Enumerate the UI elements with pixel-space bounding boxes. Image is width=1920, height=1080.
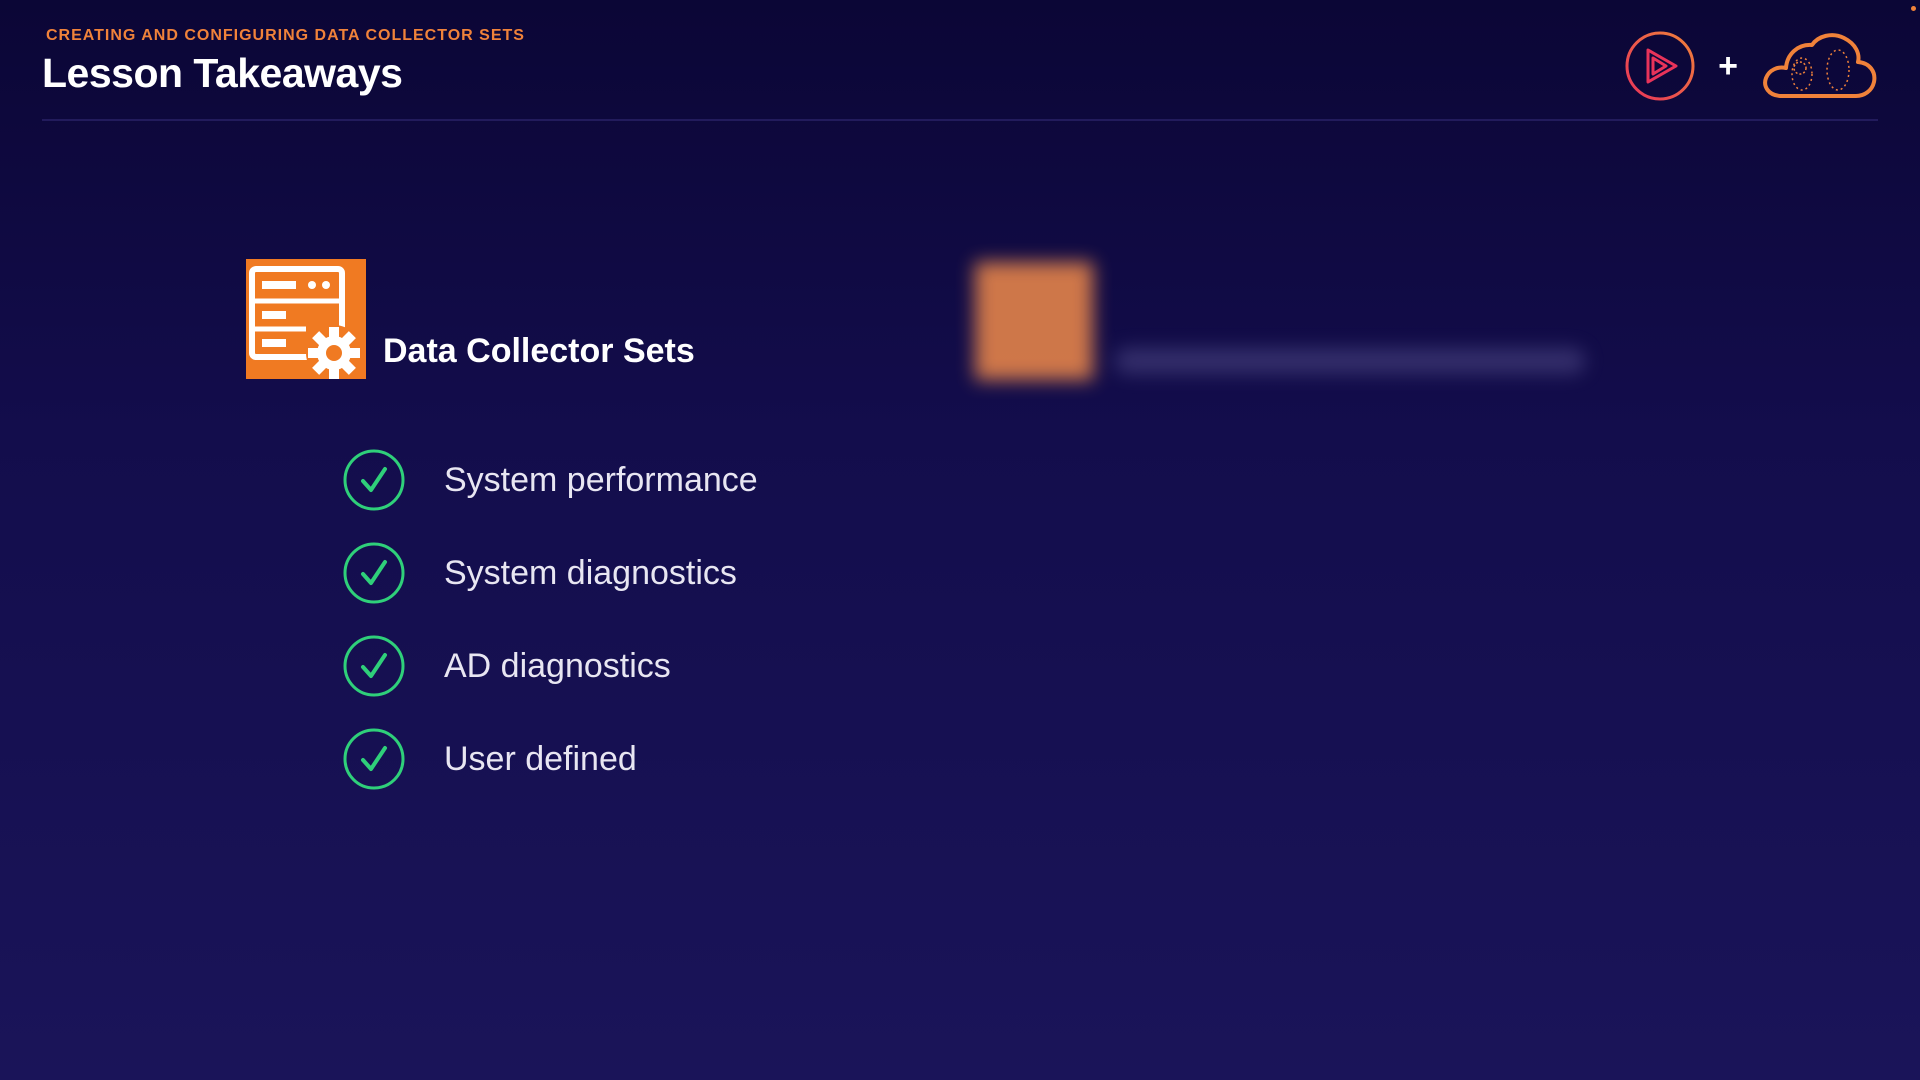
play-circle-icon <box>1625 31 1695 101</box>
section-header: Data Collector Sets <box>246 259 695 379</box>
check-circle-icon <box>343 728 405 790</box>
check-circle-icon <box>343 449 405 511</box>
takeaway-item: System diagnostics <box>343 542 758 604</box>
takeaway-label: System performance <box>444 460 758 499</box>
plus-sign: + <box>1718 47 1738 85</box>
header-divider <box>42 119 1878 121</box>
blurred-next-section-preview <box>975 262 1635 392</box>
blurred-icon <box>975 262 1093 380</box>
blurred-title <box>1115 348 1585 374</box>
takeaway-label: System diagnostics <box>444 553 737 592</box>
page-title: Lesson Takeaways <box>42 50 403 96</box>
brand-logos: + <box>1624 28 1878 104</box>
check-circle-icon <box>343 542 405 604</box>
takeaway-item: System performance <box>343 449 758 511</box>
takeaway-label: User defined <box>444 739 637 778</box>
takeaway-label: AD diagnostics <box>444 646 671 685</box>
check-circle-icon <box>343 635 405 697</box>
takeaway-item: User defined <box>343 728 758 790</box>
takeaway-item: AD diagnostics <box>343 635 758 697</box>
section-title: Data Collector Sets <box>383 332 695 370</box>
lesson-subtitle: CREATING AND CONFIGURING DATA COLLECTOR … <box>46 27 525 44</box>
takeaway-list: System performance System diagnostics AD… <box>343 449 758 821</box>
cloud-icon <box>1763 33 1877 98</box>
corner-dot <box>1911 6 1916 11</box>
server-gear-icon <box>246 259 366 379</box>
